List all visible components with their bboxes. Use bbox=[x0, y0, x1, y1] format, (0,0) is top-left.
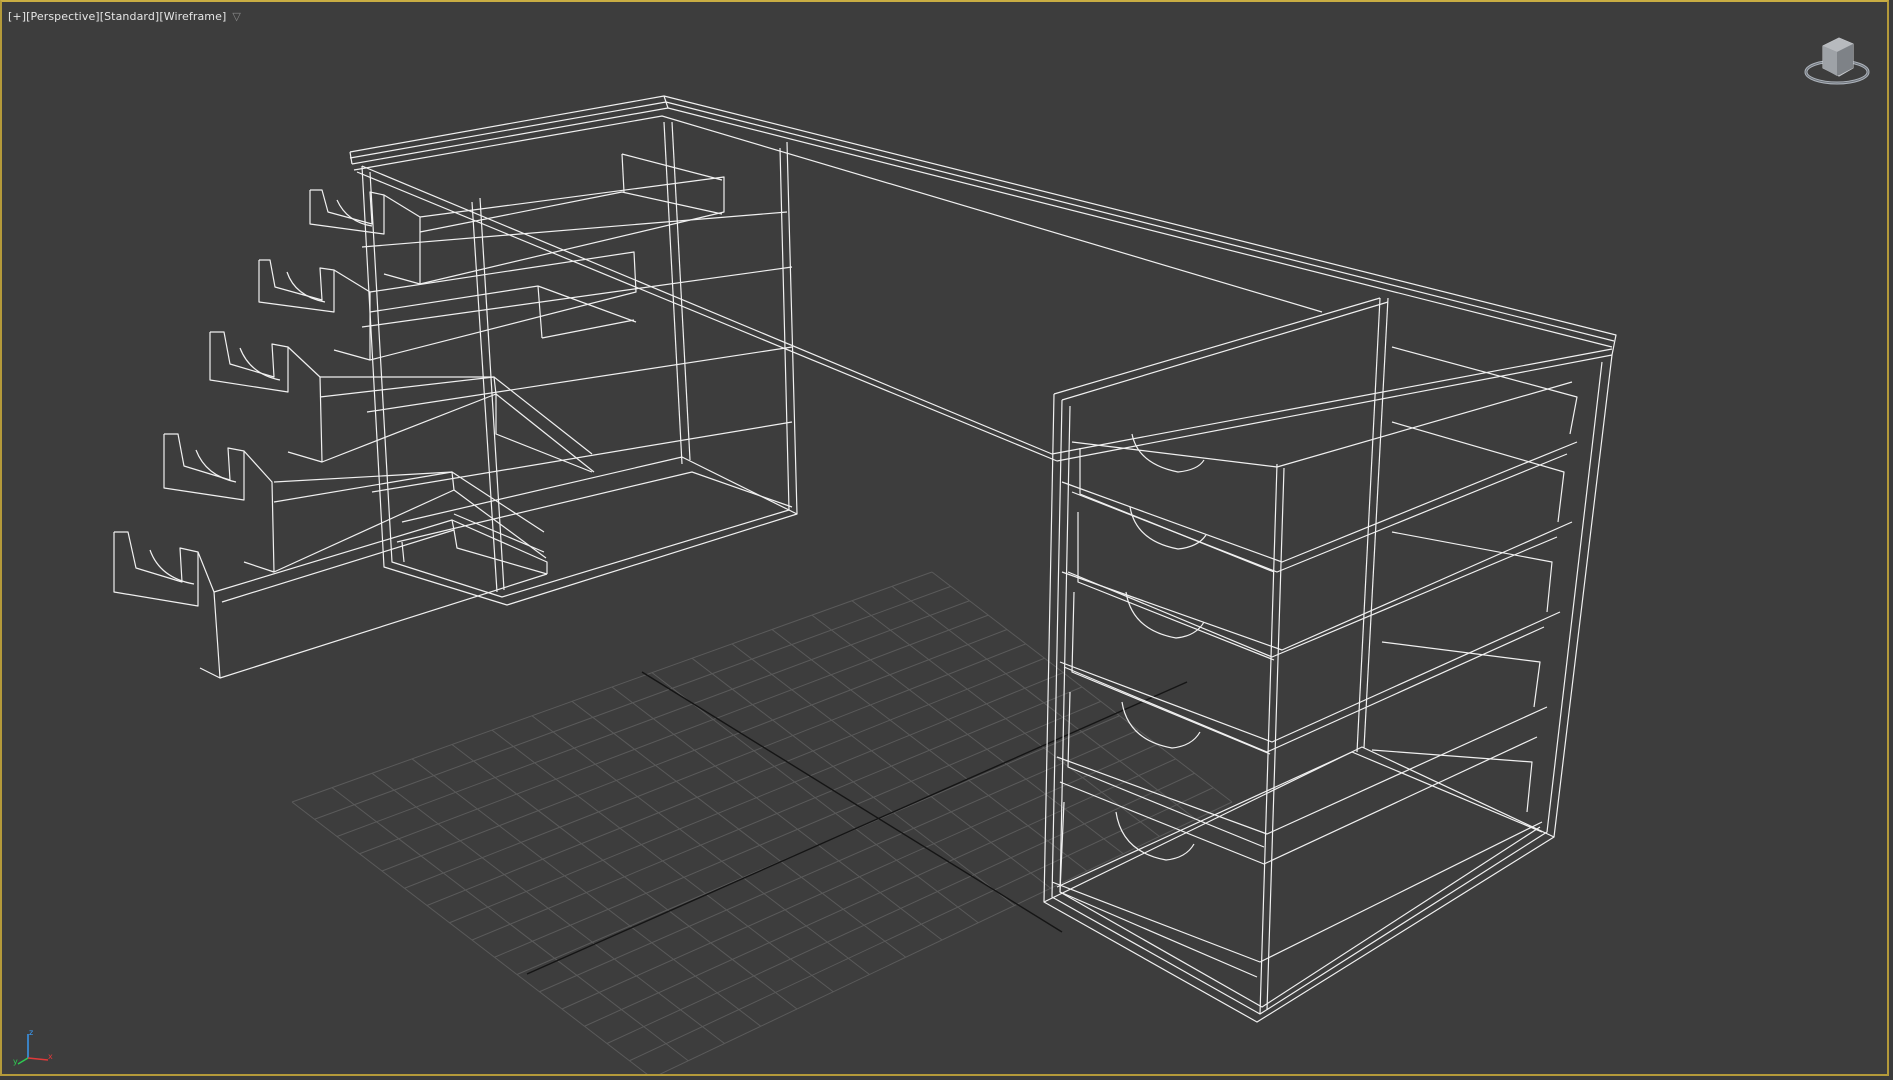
axis-x-label: x bbox=[48, 1052, 53, 1061]
right-drawer-2[interactable] bbox=[1061, 421, 1573, 661]
left-cabinet[interactable] bbox=[361, 121, 798, 606]
left-drawer-2[interactable] bbox=[258, 251, 637, 361]
scene-canvas[interactable] bbox=[2, 2, 1889, 1076]
perspective-viewport[interactable]: [+][Perspective][Standard][Wireframe] ▽ z… bbox=[0, 0, 1889, 1076]
grid-line bbox=[659, 801, 1233, 1074]
right-drawer-5[interactable] bbox=[1051, 736, 1543, 978]
viewcube-icon[interactable] bbox=[1801, 32, 1873, 90]
viewport-standard-menu[interactable]: [Standard] bbox=[100, 10, 160, 23]
grid-line bbox=[539, 729, 1139, 993]
axis-y-label: y bbox=[13, 1057, 18, 1066]
left-drawer-5[interactable] bbox=[113, 519, 548, 679]
viewport-general-menu[interactable]: [+] bbox=[8, 10, 26, 23]
right-drawer-1[interactable] bbox=[1061, 346, 1578, 573]
viewport-label: [+][Perspective][Standard][Wireframe] ▽ bbox=[8, 10, 241, 23]
home-grid bbox=[291, 571, 1233, 1074]
funnel-icon[interactable]: ▽ bbox=[232, 10, 241, 23]
left-drawer-1[interactable] bbox=[309, 153, 725, 285]
viewport-view-menu[interactable]: [Perspective] bbox=[26, 10, 100, 23]
right-drawers[interactable] bbox=[1051, 346, 1578, 978]
axis-z-label: z bbox=[29, 1028, 33, 1037]
left-drawer-3[interactable] bbox=[209, 331, 595, 473]
grid-line bbox=[931, 571, 1233, 803]
left-drawers[interactable] bbox=[113, 153, 725, 679]
grid-line bbox=[471, 686, 1083, 941]
viewport-shading-menu[interactable]: [Wireframe] bbox=[159, 10, 226, 23]
desk-wireframe[interactable] bbox=[113, 95, 1617, 1023]
right-drawer-3[interactable] bbox=[1059, 531, 1561, 755]
grid-line bbox=[629, 787, 1214, 1062]
grid-line bbox=[561, 744, 1158, 1010]
grid-line bbox=[584, 758, 1176, 1027]
grid-line bbox=[291, 801, 648, 1074]
axis-tripod-icon: z y x bbox=[13, 1028, 53, 1066]
tabletop[interactable] bbox=[349, 95, 1617, 462]
grid-line bbox=[606, 772, 1195, 1044]
